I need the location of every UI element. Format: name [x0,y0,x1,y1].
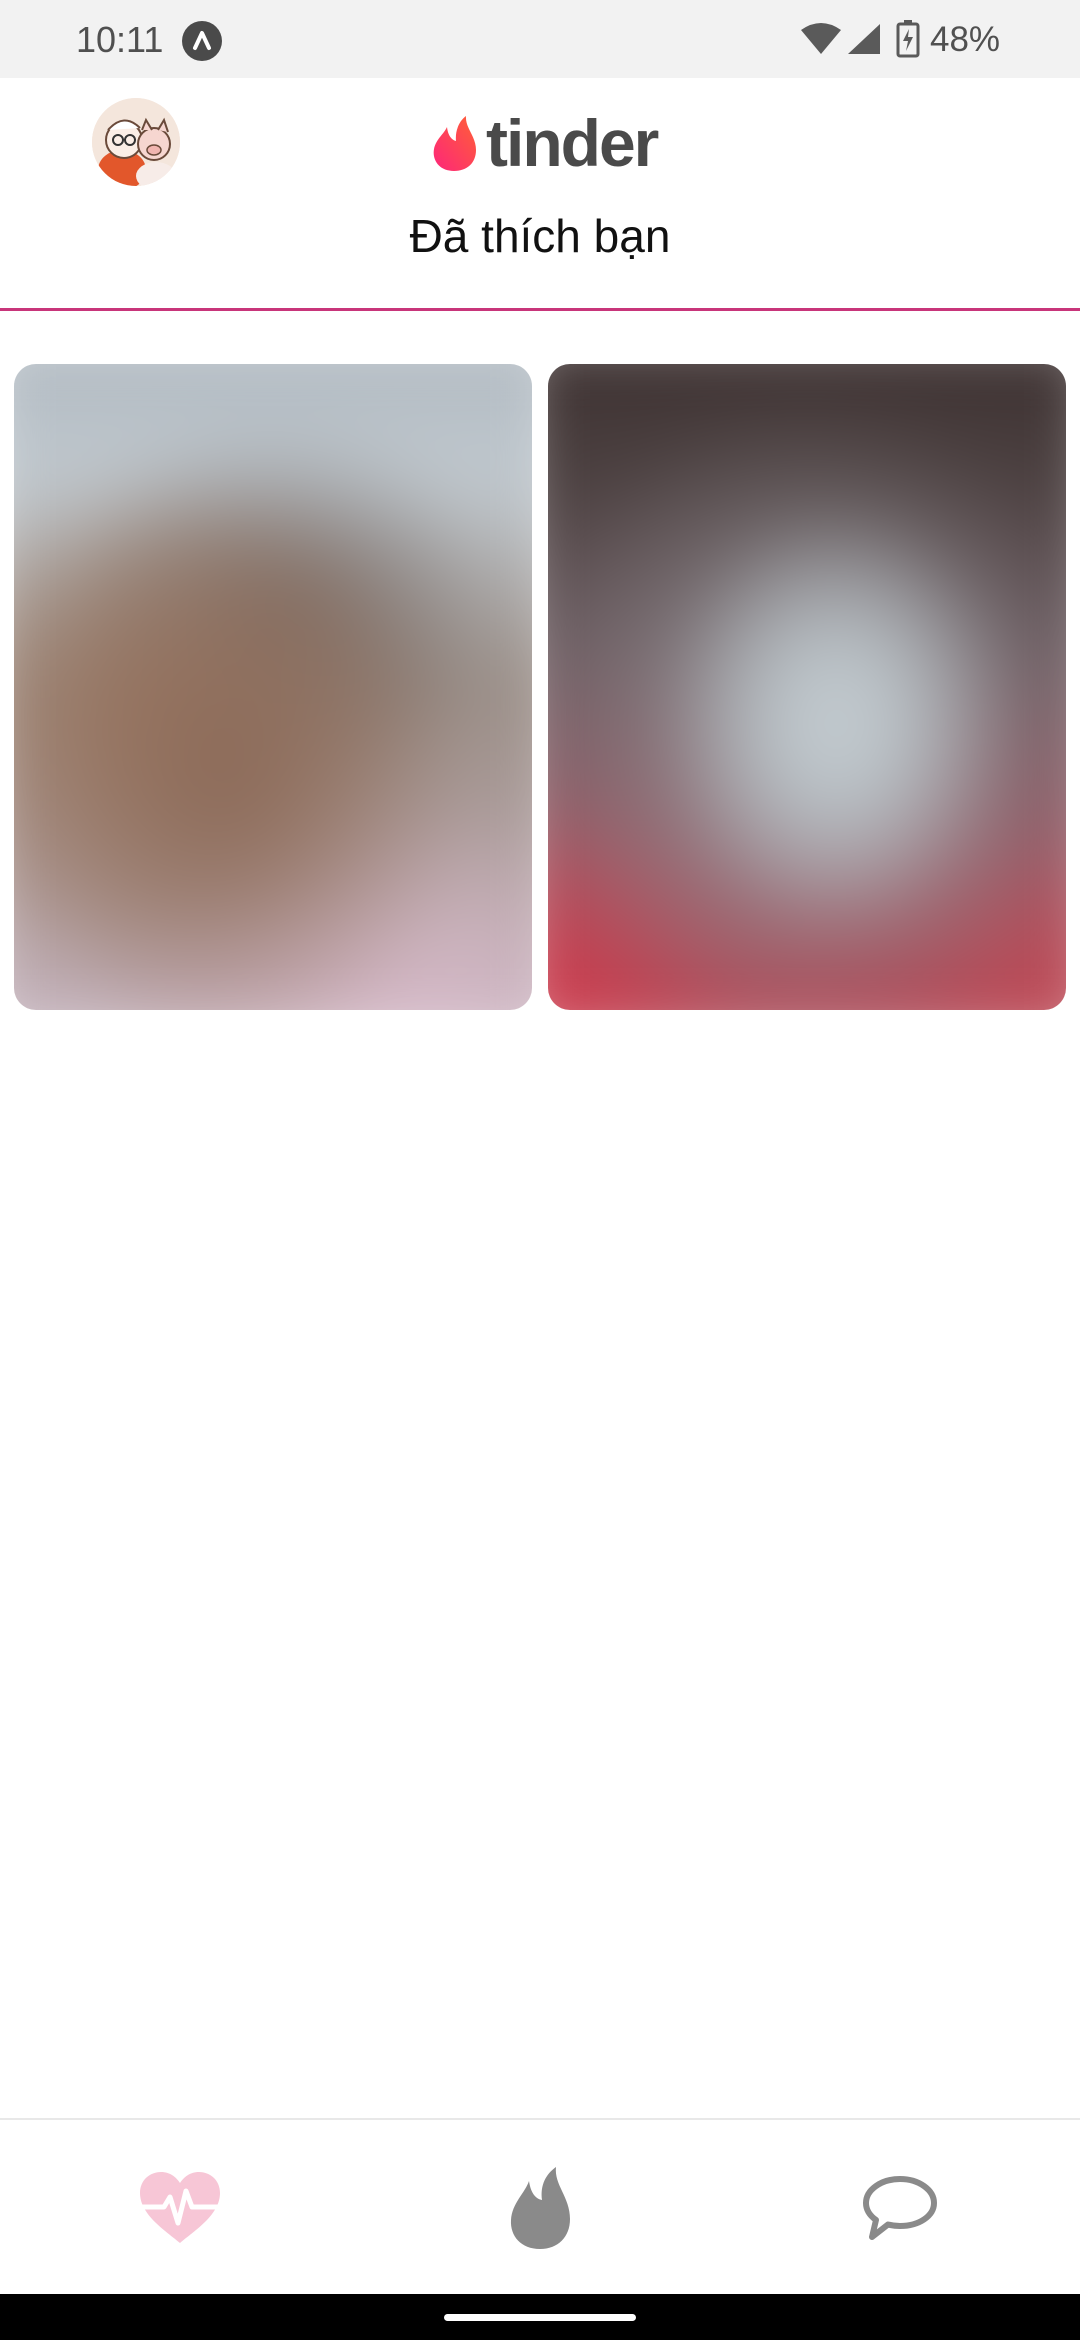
blurred-profile-card-2[interactable] [548,364,1066,1010]
wifi-icon [800,22,842,61]
battery-charging-icon [896,20,920,63]
status-bar: 10:11 48% [0,0,1080,78]
gesture-navigation-bar [0,2294,1080,2340]
flame-logo-icon [433,116,476,171]
cell-signal-icon [846,22,882,61]
blurred-photo [14,364,532,1010]
logo-wordmark: tinder [486,106,659,180]
blurred-profile-card-1[interactable] [14,364,532,1010]
home-gesture-handle[interactable] [444,2314,636,2321]
screen: 10:11 48% tinder Đã thích bạn [0,0,1080,2340]
blurred-photo [548,364,1066,1010]
bottom-nav [0,2118,1080,2296]
nav-likes-tab[interactable] [120,2120,240,2296]
tinder-logo: tinder [430,106,659,180]
header: tinder Đã thích bạn [0,78,1080,311]
heart-pulse-icon [137,2172,223,2243]
nav-discover-tab[interactable] [480,2120,600,2296]
header-divider [0,308,1080,311]
flame-icon [510,2167,570,2249]
status-time: 10:11 [76,19,164,60]
chat-bubble-icon [863,2176,937,2240]
app-notification-icon [182,21,222,61]
profile-avatar[interactable] [92,98,180,186]
battery-percentage: 48% [930,20,1001,59]
page-title: Đã thích bạn [409,210,671,262]
nav-messages-tab[interactable] [840,2120,960,2296]
